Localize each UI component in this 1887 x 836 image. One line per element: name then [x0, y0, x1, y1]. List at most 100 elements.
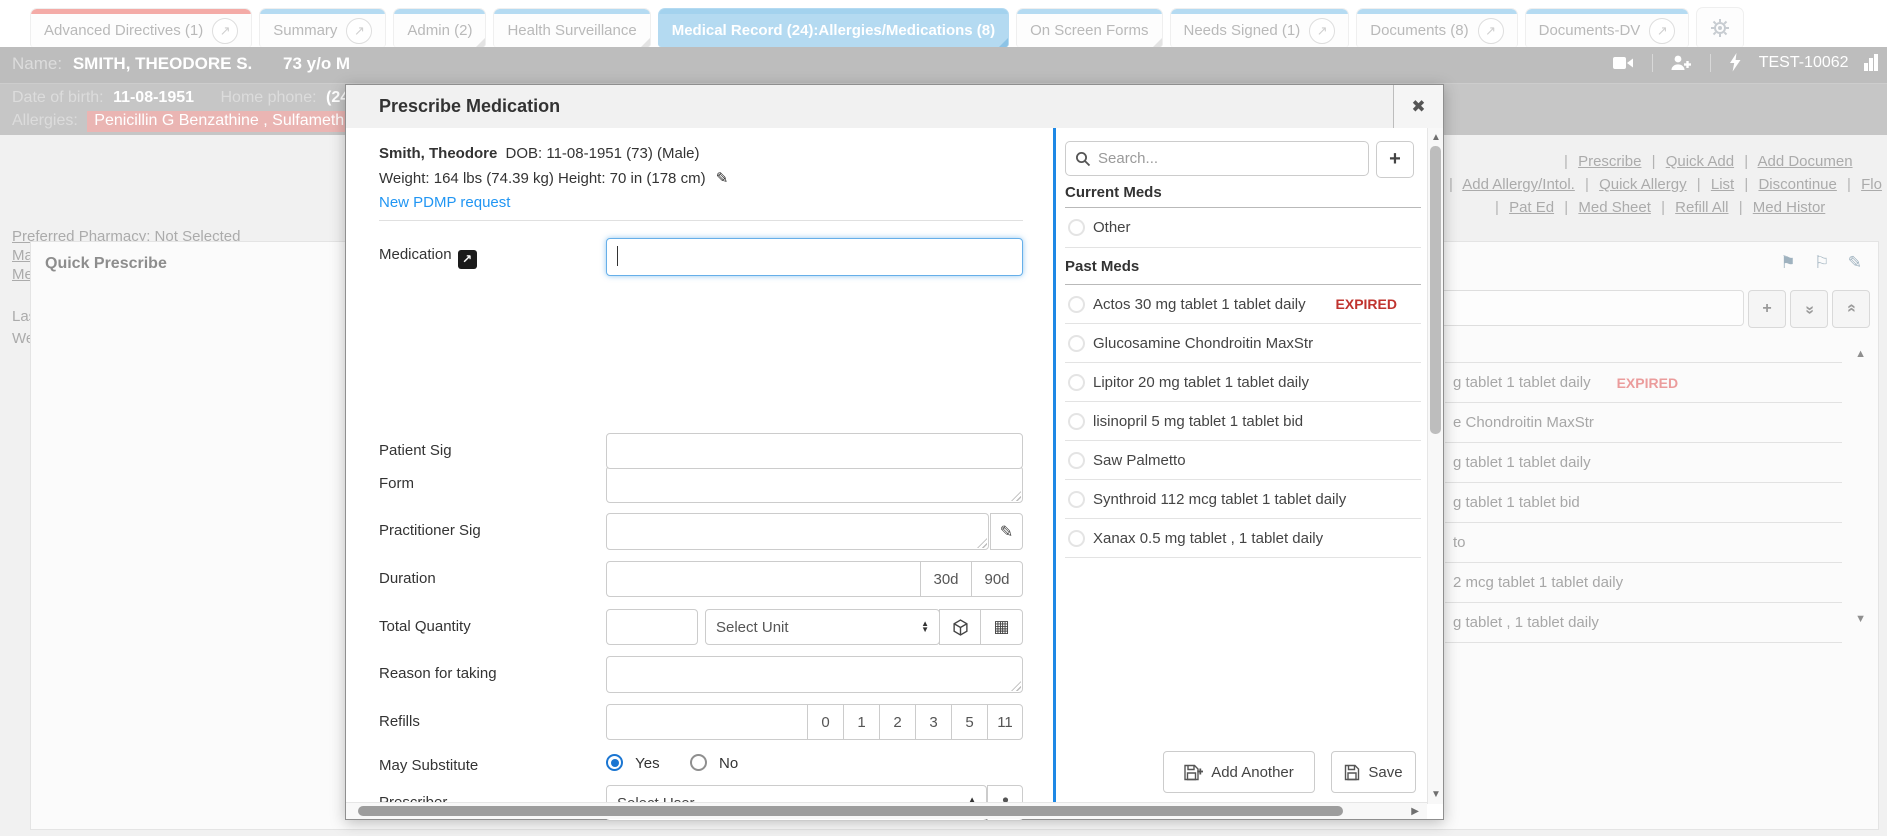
bookmark-outline-icon[interactable]: ⚐: [1814, 253, 1829, 272]
list-item[interactable]: g tablet 1 tablet daily: [1445, 443, 1842, 483]
allergies-value[interactable]: Penicillin G Benzathine , Sulfameth: [87, 111, 351, 132]
refills-0-button[interactable]: 0: [807, 704, 844, 740]
scroll-up-icon[interactable]: ▲: [1855, 348, 1866, 360]
refills-input[interactable]: [606, 704, 808, 740]
scroll-down-icon[interactable]: ▼: [1855, 613, 1866, 625]
med-sheet-link[interactable]: Med Sheet: [1578, 199, 1651, 216]
tab-documents-dv[interactable]: Documents-DV ↗: [1525, 8, 1690, 47]
past-med-item[interactable]: Synthroid 112 mcg tablet 1 tablet daily: [1065, 480, 1421, 519]
add-another-button[interactable]: Add Another: [1163, 751, 1315, 793]
expand-all-button[interactable]: »: [1832, 290, 1870, 328]
dialog-vertical-scrollbar[interactable]: ▲ ▼: [1427, 128, 1443, 804]
substitute-yes-radio[interactable]: [606, 754, 623, 771]
refill-all-link[interactable]: Refill All: [1675, 199, 1728, 216]
refills-5-button[interactable]: 5: [951, 704, 988, 740]
duration-30d-button[interactable]: 30d: [920, 561, 972, 597]
med-radio[interactable]: [1068, 335, 1085, 352]
scrollbar-thumb[interactable]: [1430, 146, 1441, 434]
resize-handle[interactable]: [977, 538, 987, 548]
practitioner-sig-input[interactable]: [606, 513, 989, 550]
scrollbar-thumb[interactable]: [358, 806, 1343, 816]
refills-1-button[interactable]: 1: [843, 704, 880, 740]
duration-90d-button[interactable]: 90d: [971, 561, 1023, 597]
medication-input[interactable]: [606, 238, 1023, 276]
tab-medical-record[interactable]: Medical Record (24):Allergies/Medication…: [658, 8, 1009, 47]
tab-advanced-directives[interactable]: Advanced Directives (1) ↗: [30, 8, 252, 47]
med-radio[interactable]: [1068, 413, 1085, 430]
chart-icon[interactable]: [1863, 54, 1879, 71]
current-med-item[interactable]: Other: [1065, 208, 1421, 248]
new-pdmp-link[interactable]: New PDMP request: [379, 194, 510, 211]
resize-handle[interactable]: [1011, 681, 1021, 691]
past-med-item[interactable]: Lipitor 20 mg tablet 1 tablet daily: [1065, 363, 1421, 402]
past-med-item[interactable]: Xanax 0.5 mg tablet , 1 tablet daily: [1065, 519, 1421, 558]
tab-settings-button[interactable]: [1696, 7, 1744, 47]
edit-sig-button[interactable]: ✎: [990, 513, 1023, 550]
popout-icon[interactable]: ↗: [212, 18, 238, 44]
edit-weight-icon[interactable]: ✎: [716, 170, 729, 187]
past-med-item[interactable]: lisinopril 5 mg tablet 1 tablet bid: [1065, 402, 1421, 441]
quick-allergy-link[interactable]: Quick Allergy: [1599, 176, 1687, 193]
dose-calculator-button[interactable]: ▦: [980, 609, 1023, 645]
scroll-down-icon[interactable]: ▼: [1431, 789, 1441, 800]
reason-input[interactable]: [606, 656, 1023, 693]
popout-icon[interactable]: ↗: [346, 18, 372, 44]
med-history-link[interactable]: Med Histor: [1753, 199, 1826, 216]
medication-popout-icon[interactable]: ↗: [458, 250, 477, 269]
list-item[interactable]: to: [1445, 523, 1842, 563]
popout-icon[interactable]: ↗: [1478, 18, 1504, 44]
med-radio[interactable]: [1068, 491, 1085, 508]
edit-icon[interactable]: ✎: [1848, 253, 1862, 272]
collapse-all-button[interactable]: »: [1790, 290, 1828, 328]
list-item[interactable]: g tablet 1 tablet bid: [1445, 483, 1842, 523]
dialog-titlebar[interactable]: Prescribe Medication: [346, 85, 1443, 129]
bookmark-icon[interactable]: ⚑: [1780, 253, 1795, 272]
substitute-no-radio[interactable]: [690, 754, 707, 771]
patient-sig-input[interactable]: [606, 433, 1023, 469]
refills-3-button[interactable]: 3: [915, 704, 952, 740]
med-radio[interactable]: [1068, 296, 1085, 313]
add-quick-prescribe-button[interactable]: +: [1748, 290, 1786, 328]
refills-2-button[interactable]: 2: [879, 704, 916, 740]
total-quantity-input[interactable]: [606, 609, 698, 645]
popout-icon[interactable]: ↗: [1309, 18, 1335, 44]
list-item[interactable]: 2 mcg tablet 1 tablet daily: [1445, 563, 1842, 603]
add-med-button[interactable]: +: [1376, 141, 1414, 178]
lightning-icon[interactable]: [1728, 53, 1742, 72]
med-radio[interactable]: [1068, 219, 1085, 236]
unit-select[interactable]: Select Unit ▲▼: [705, 609, 940, 645]
add-document-link[interactable]: Add Documen: [1757, 153, 1852, 170]
discontinue-link[interactable]: Discontinue: [1758, 176, 1836, 193]
duration-input[interactable]: [606, 561, 921, 597]
quick-prescribe-input[interactable]: [1432, 290, 1744, 326]
past-med-item[interactable]: Saw Palmetto: [1065, 441, 1421, 480]
med-radio[interactable]: [1068, 374, 1085, 391]
video-call-icon[interactable]: [1612, 55, 1634, 71]
med-search-box[interactable]: Search...: [1065, 141, 1369, 176]
quick-add-link[interactable]: Quick Add: [1666, 153, 1734, 170]
tab-on-screen-forms[interactable]: On Screen Forms: [1016, 8, 1162, 47]
form-input[interactable]: [606, 466, 1023, 503]
scroll-up-icon[interactable]: ▲: [1431, 132, 1441, 143]
past-med-item[interactable]: Actos 30 mg tablet 1 tablet daily EXPIRE…: [1065, 285, 1421, 324]
tab-summary[interactable]: Summary ↗: [259, 8, 386, 47]
tab-admin[interactable]: Admin (2): [393, 8, 486, 47]
past-med-item[interactable]: Glucosamine Chondroitin MaxStr: [1065, 324, 1421, 363]
tab-needs-signed[interactable]: Needs Signed (1) ↗: [1170, 8, 1350, 47]
close-button[interactable]: ✖: [1393, 85, 1443, 128]
tab-health-surveillance[interactable]: Health Surveillance: [493, 8, 650, 47]
add-allergy-link[interactable]: Add Allergy/Intol.: [1462, 176, 1575, 193]
list-link[interactable]: List: [1711, 176, 1734, 193]
pat-ed-link[interactable]: Pat Ed: [1509, 199, 1554, 216]
package-button[interactable]: [939, 609, 981, 645]
tab-documents[interactable]: Documents (8) ↗: [1356, 8, 1517, 47]
refills-11-button[interactable]: 11: [987, 704, 1023, 740]
med-radio[interactable]: [1068, 452, 1085, 469]
list-item[interactable]: g tablet 1 tablet dailyEXPIRED: [1445, 363, 1842, 403]
save-button[interactable]: Save: [1331, 751, 1416, 793]
add-person-icon[interactable]: [1670, 54, 1692, 72]
popout-icon[interactable]: ↗: [1649, 18, 1675, 44]
flowsheet-link[interactable]: Flo: [1861, 176, 1882, 193]
prescribe-link[interactable]: Prescribe: [1578, 153, 1641, 170]
list-item[interactable]: g tablet , 1 tablet daily: [1445, 603, 1842, 643]
